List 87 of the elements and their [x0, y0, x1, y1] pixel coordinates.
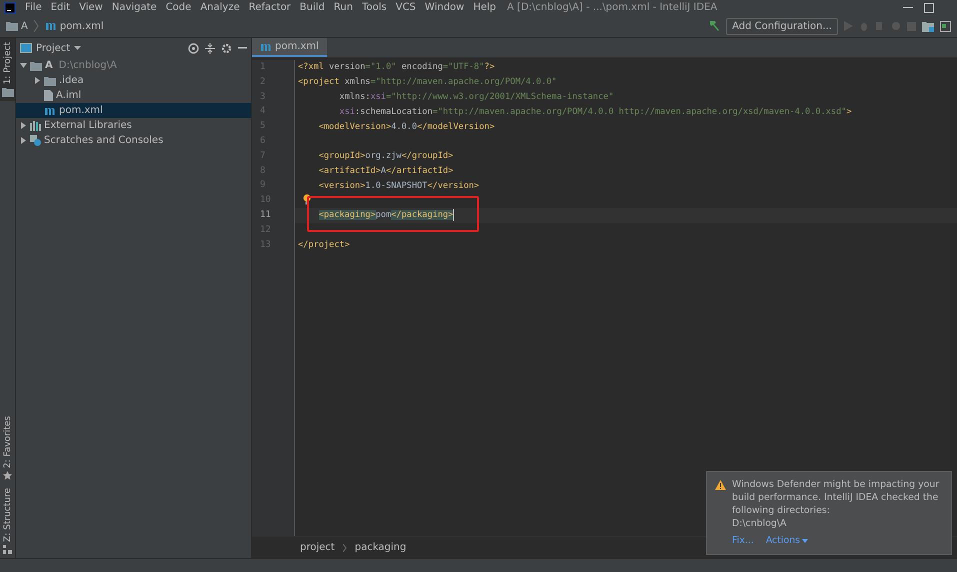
run-configuration-button[interactable]: Add Configuration...	[726, 18, 838, 34]
library-icon	[30, 120, 41, 130]
menu-item[interactable]: Analyze	[200, 2, 240, 13]
window-title: A [D:\cnblog\A] - ...\pom.xml - IntelliJ IDEA	[507, 2, 718, 13]
settings-icon[interactable]	[221, 42, 232, 54]
menu-item[interactable]: VCS	[396, 2, 416, 13]
project-structure-icon[interactable]	[922, 20, 934, 32]
maven-icon	[260, 42, 272, 52]
code-line: <version>1.0-SNAPSHOT</version>	[318, 180, 480, 191]
menu-item[interactable]: Edit	[50, 2, 70, 13]
lightbulb-icon[interactable]	[303, 194, 311, 206]
maximize-icon[interactable]	[923, 2, 935, 14]
separator-chevron-icon	[342, 544, 347, 552]
code-line: xmlns:xsi="http://www.w3.org/2001/XMLSchema-instance"	[338, 92, 614, 102]
menu-item[interactable]: Window	[424, 2, 464, 13]
scratch-icon	[30, 135, 41, 146]
nav-crumb[interactable]: pom.xml	[44, 20, 104, 32]
menu-item[interactable]: Tools	[362, 2, 387, 13]
expand-arrow-icon[interactable]	[20, 122, 27, 129]
app-logo-icon	[4, 2, 16, 14]
module-folder-icon	[6, 21, 18, 31]
notification-path: D:\cnblog\A	[732, 517, 788, 530]
tool-window-label: 1: Project	[2, 42, 12, 84]
editor-tab[interactable]: pom.xml	[252, 38, 327, 57]
tree-item-label: .idea	[59, 75, 84, 86]
tree-item[interactable]: .idea	[16, 73, 251, 88]
code-line: <?xml version="1.0" encoding="UTF-8"?>	[298, 62, 495, 72]
menu-item[interactable]: Help	[473, 2, 496, 13]
tool-window-tab[interactable]: 1: Project	[0, 38, 15, 102]
expand-arrow-icon[interactable]	[34, 77, 41, 84]
notification-link[interactable]: Fix...	[732, 535, 754, 546]
menu-item[interactable]: Run	[334, 2, 353, 13]
code-line: <modelVersion>4.0.0</modelVersion>	[318, 122, 495, 132]
nav-crumb[interactable]: A	[6, 20, 28, 32]
tree-item-label: A.iml	[56, 90, 82, 101]
star-icon	[3, 471, 12, 480]
tree-item[interactable]: External Libraries	[16, 118, 251, 133]
menu-item[interactable]: File	[25, 2, 42, 13]
maven-icon	[44, 21, 57, 31]
tool-window-tab[interactable]: Z: Structure	[0, 484, 15, 558]
text-cursor	[453, 209, 454, 222]
collapse-all-icon[interactable]	[205, 42, 215, 54]
tool-window-label: Z: Structure	[2, 488, 12, 542]
menu-item[interactable]: View	[79, 2, 103, 13]
notification-link[interactable]: Actions	[766, 535, 808, 546]
tree-item-label: pom.xml	[59, 105, 103, 116]
menu-item[interactable]: Refactor	[248, 2, 291, 13]
breadcrumb[interactable]: packaging	[354, 542, 406, 553]
tree-item-label: External Libraries	[44, 120, 132, 131]
code-line: <artifactId>A</artifactId>	[318, 166, 454, 176]
menu-item[interactable]: Code	[166, 2, 192, 13]
warning-icon	[715, 480, 726, 490]
structure-icon	[3, 545, 12, 554]
hammer-icon[interactable]	[708, 20, 720, 32]
tool-window-tab[interactable]: 2: Favorites	[0, 412, 15, 484]
caret-icon	[802, 538, 808, 542]
tree-item[interactable]: A.iml	[16, 88, 251, 103]
line-number: 11	[259, 208, 272, 222]
panel-title-dropdown[interactable]: Project	[20, 42, 82, 54]
separator-chevron-icon	[34, 20, 39, 32]
tool-window-label: 2: Favorites	[2, 416, 12, 468]
tree-item-label: Scratches and Consoles	[44, 135, 164, 146]
notification-message: Windows Defender might be impacting your build performance. IntelliJ IDEA checked the following directories:	[732, 478, 940, 517]
file-icon	[44, 90, 53, 101]
breadcrumb[interactable]: project	[300, 542, 335, 553]
tree-item[interactable]: A D:\cnblog\A	[16, 58, 251, 73]
collapse-arrow-icon[interactable]	[20, 62, 27, 69]
module-path: D:\cnblog\A	[58, 60, 117, 71]
code-line: xsi:schemaLocation="http://maven.apache.org/POM/4.0.0 http://maven.apache.org/xsd/maven-4.0.0.xsd">	[338, 106, 852, 117]
tree-item[interactable]: pom.xml	[16, 103, 251, 118]
module-folder-icon	[30, 60, 42, 70]
code-line: <project xmlns="http://maven.apache.org/POM/4.0.0"	[298, 77, 557, 88]
locate-icon[interactable]	[188, 42, 199, 54]
window-icon	[20, 43, 32, 53]
expand-arrow-icon[interactable]	[20, 137, 27, 144]
tree-item-label: A	[45, 60, 53, 71]
tree-item[interactable]: Scratches and Consoles	[16, 133, 251, 148]
folder-icon	[44, 76, 56, 86]
code-line: </project>	[298, 240, 350, 250]
menu-item[interactable]: Navigate	[112, 2, 157, 13]
maven-icon	[44, 106, 56, 116]
code-line: <groupId>org.zjw</groupId>	[318, 151, 454, 162]
caret-icon	[74, 46, 82, 50]
menu-item[interactable]: Build	[300, 2, 325, 13]
terminal-icon[interactable]	[940, 20, 951, 32]
code-line: <packaging>pom</packaging>	[318, 210, 454, 220]
folder-icon	[2, 87, 14, 98]
